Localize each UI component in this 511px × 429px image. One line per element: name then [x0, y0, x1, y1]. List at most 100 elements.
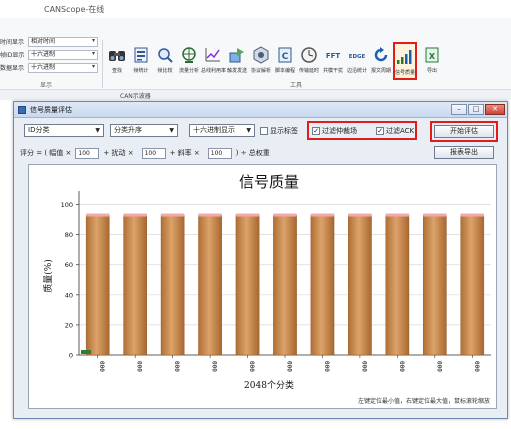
flow-analysis-tool[interactable]: 流量分析 [177, 42, 201, 80]
bar [85, 214, 110, 356]
protocol-parse-tool[interactable]: 协议解析 [249, 42, 273, 80]
filter-arbitration-checkbox[interactable]: ✓ 过滤仲裁场 [312, 126, 357, 136]
y-axis-label: 质量(%) [42, 259, 54, 293]
find-tool-label: 查找 [111, 68, 122, 74]
bar-cap [198, 213, 222, 217]
x-axis-label: 2048个分类 [244, 379, 294, 391]
id-sort-value: ID分类 [28, 126, 50, 134]
bar [310, 214, 335, 356]
bar-cap [423, 213, 447, 217]
frame-stats-tool[interactable]: 帧统计 [129, 42, 153, 80]
minimize-button[interactable]: – [451, 104, 467, 115]
hex-display-select[interactable]: 十六进制显示 ▼ [189, 124, 255, 137]
jitter-weight-input[interactable]: 100 [141, 147, 166, 159]
edge-stats-tool[interactable]: EDGE 边沿统计 [345, 42, 369, 80]
option-row-time: 时间显示 相对时间 [0, 36, 98, 47]
bar [198, 214, 222, 356]
sort-order-select[interactable]: 分类升序 ▼ [110, 124, 178, 137]
protocol-parse-tool-label: 协议解析 [250, 68, 271, 74]
score-formula: 评分 = ( 幅值 × 100 + 扰动 × 100 + 斜率 × 100 ) … [20, 147, 270, 159]
transfer-delay-tool[interactable]: 传输延时 [297, 42, 321, 80]
script-edit-tool[interactable]: C 脚本编程 [273, 42, 297, 80]
x-tick-label: 000 [435, 361, 442, 372]
line-chart-icon [205, 48, 220, 62]
trigger-send-tool[interactable]: 触发发送 [225, 42, 249, 80]
signal-bars-icon [397, 50, 412, 64]
dialog-title: 信号质量评估 [30, 106, 72, 114]
checkmark-icon: ✓ [376, 127, 384, 135]
report-export-button[interactable]: 报表导出 [434, 146, 494, 159]
window-icon [18, 106, 26, 114]
fft-icon: FFT [326, 52, 341, 60]
find-tool[interactable]: 查找 [105, 42, 129, 80]
x-tick-label: 000 [136, 361, 143, 372]
slope-weight-input[interactable]: 100 [207, 147, 232, 159]
bar [123, 214, 147, 356]
period-tool-label: 报文周期 [370, 68, 391, 74]
close-button[interactable]: ✕ [485, 104, 505, 115]
x-tick-label: 000 [398, 361, 405, 372]
y-tick-label: 0 [69, 352, 73, 360]
dialog-titlebar: 信号质量评估 – □ ✕ [14, 102, 507, 118]
bar-cap [161, 213, 185, 217]
trigger-send-tool-label: 触发发送 [226, 68, 247, 74]
x-tick-label: 000 [360, 361, 367, 372]
filter-ack-checkbox[interactable]: ✓ 过滤ACK [376, 126, 414, 136]
show-labels-label: 显示标签 [270, 127, 298, 135]
signal-quality-chart[interactable]: 信号质量 0 20 40 60 80 100 质量(%) 000 000 000 000 000 000 0… [28, 164, 497, 409]
y-tick-label: 40 [65, 291, 73, 299]
bar [348, 214, 372, 356]
script-c-icon: C [278, 47, 292, 63]
x-tick-label: 000 [211, 361, 218, 372]
y-tick-label: 20 [65, 321, 73, 329]
filter-ack-label: 过滤ACK [386, 127, 415, 135]
checkmark-icon: ✓ [312, 127, 320, 135]
time-display-select[interactable]: 相对时间 [28, 36, 98, 47]
bar [273, 214, 297, 356]
data-display-label: 数据显示 [0, 65, 25, 72]
option-row-data: 数据显示 十六进制 [0, 62, 98, 73]
x-tick-label: 000 [323, 361, 330, 372]
checkbox-box [260, 127, 268, 135]
x-tick-label: 000 [473, 361, 480, 372]
x-tick-label: 000 [286, 361, 293, 372]
bus-utilization-tool-label: 总线利用率 [201, 68, 227, 74]
ribbon: 时间显示 相对时间 帧ID显示 十六进制 数据显示 十六进制 显示 查找 帧统计… [0, 18, 511, 90]
frame-id-display-select[interactable]: 十六进制 [28, 49, 98, 60]
tab-can-oscilloscope[interactable]: CAN示波器 [120, 91, 151, 100]
formula-jitter-text: + 扰动 × [103, 149, 134, 157]
binoculars-icon [109, 51, 125, 61]
time-display-label: 时间显示 [0, 39, 25, 46]
bar-cap [235, 213, 260, 217]
period-tool[interactable]: 报文周期 [369, 42, 393, 80]
export-tool[interactable]: X 导出 [420, 42, 444, 80]
bar [460, 214, 485, 356]
app-titlebar: CANScope-在线 [0, 0, 511, 18]
range-marker [81, 350, 91, 354]
amplitude-weight-input[interactable]: 100 [75, 147, 100, 159]
export-tool-label: 导出 [426, 68, 437, 74]
start-evaluation-button[interactable]: 开始评估 [434, 125, 494, 138]
option-row-frame-id: 帧ID显示 十六进制 [0, 49, 98, 60]
data-display-select[interactable]: 十六进制 [28, 62, 98, 73]
display-group-label: 显示 [40, 82, 53, 89]
bus-utilization-tool[interactable]: 总线利用率 [201, 42, 227, 80]
bar-cap [385, 213, 409, 217]
signal-quality-tool[interactable]: 信号质量 [393, 42, 417, 80]
svg-text:C: C [282, 52, 289, 62]
frame-compare-tool[interactable]: 帧比较 [153, 42, 177, 80]
show-labels-checkbox[interactable]: 显示标签 [260, 126, 298, 136]
fft-tool[interactable]: FFT 共模干扰 [321, 42, 345, 80]
signal-quality-dialog: 信号质量评估 – □ ✕ ID分类 ▼ 分类升序 ▼ 十六进制显示 ▼ 显示标签… [13, 101, 508, 419]
app-title: CANScope-在线 [44, 5, 105, 14]
tools-group-label: 工具 [290, 82, 303, 89]
svg-text:X: X [429, 52, 436, 61]
trigger-send-icon [229, 48, 244, 63]
bar-cap [123, 213, 147, 217]
maximize-button[interactable]: □ [468, 104, 484, 115]
id-sort-select[interactable]: ID分类 ▼ [24, 124, 104, 137]
transfer-delay-tool-label: 传输延时 [298, 68, 319, 74]
fft-tool-label: 共模干扰 [322, 68, 343, 74]
hex-display-value: 十六进制显示 [193, 126, 235, 134]
bar [423, 214, 447, 356]
